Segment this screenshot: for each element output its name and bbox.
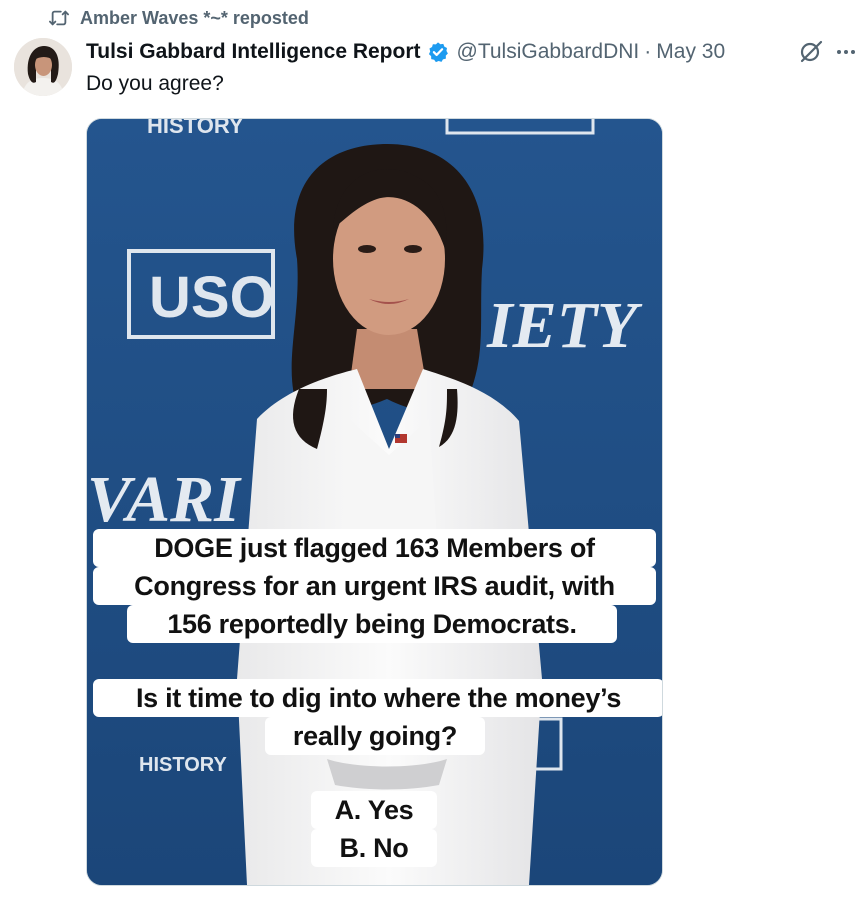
repost-indicator[interactable]: Amber Waves *~* reposted [48,6,309,30]
author-name[interactable]: Tulsi Gabbard Intelligence Report [86,40,421,64]
caption-line-3: 156 reportedly being Democrats. [127,605,617,643]
more-icon[interactable] [834,40,858,64]
tweet-header: Tulsi Gabbard Intelligence Report @Tulsi… [86,38,858,66]
grok-icon[interactable] [798,39,824,65]
author-handle[interactable]: @TulsiGabbardDNI [457,40,640,64]
post-date[interactable]: May 30 [656,40,725,64]
backdrop-history-bottom: HISTORY [139,754,227,776]
caption-line-5: really going? [265,717,485,755]
caption-line-1: DOGE just flagged 163 Members of [93,529,656,567]
backdrop-iety: IETY [486,289,643,362]
tweet-text: Do you agree? [86,72,224,95]
caption-line-2: Congress for an urgent IRS audit, with [93,567,656,605]
post-media-image[interactable]: HISTORY USO IETY VARI HISTORY DOGE just … [86,118,663,886]
backdrop-vari: VARI [87,463,242,536]
caption-line-4: Is it time to dig into where the money’s [93,679,662,717]
backdrop-uso: USO [149,265,275,330]
photo-scene: HISTORY USO IETY VARI HISTORY [87,119,662,885]
caption-option-a: A. Yes [311,791,437,829]
backdrop-history-top: HISTORY [147,119,244,138]
repost-icon [48,8,70,28]
caption-option-b: B. No [311,829,437,867]
repost-label: Amber Waves *~* reposted [80,7,309,28]
separator-dot: · [644,40,652,63]
verified-badge-icon[interactable] [427,41,449,63]
avatar[interactable] [14,38,72,96]
